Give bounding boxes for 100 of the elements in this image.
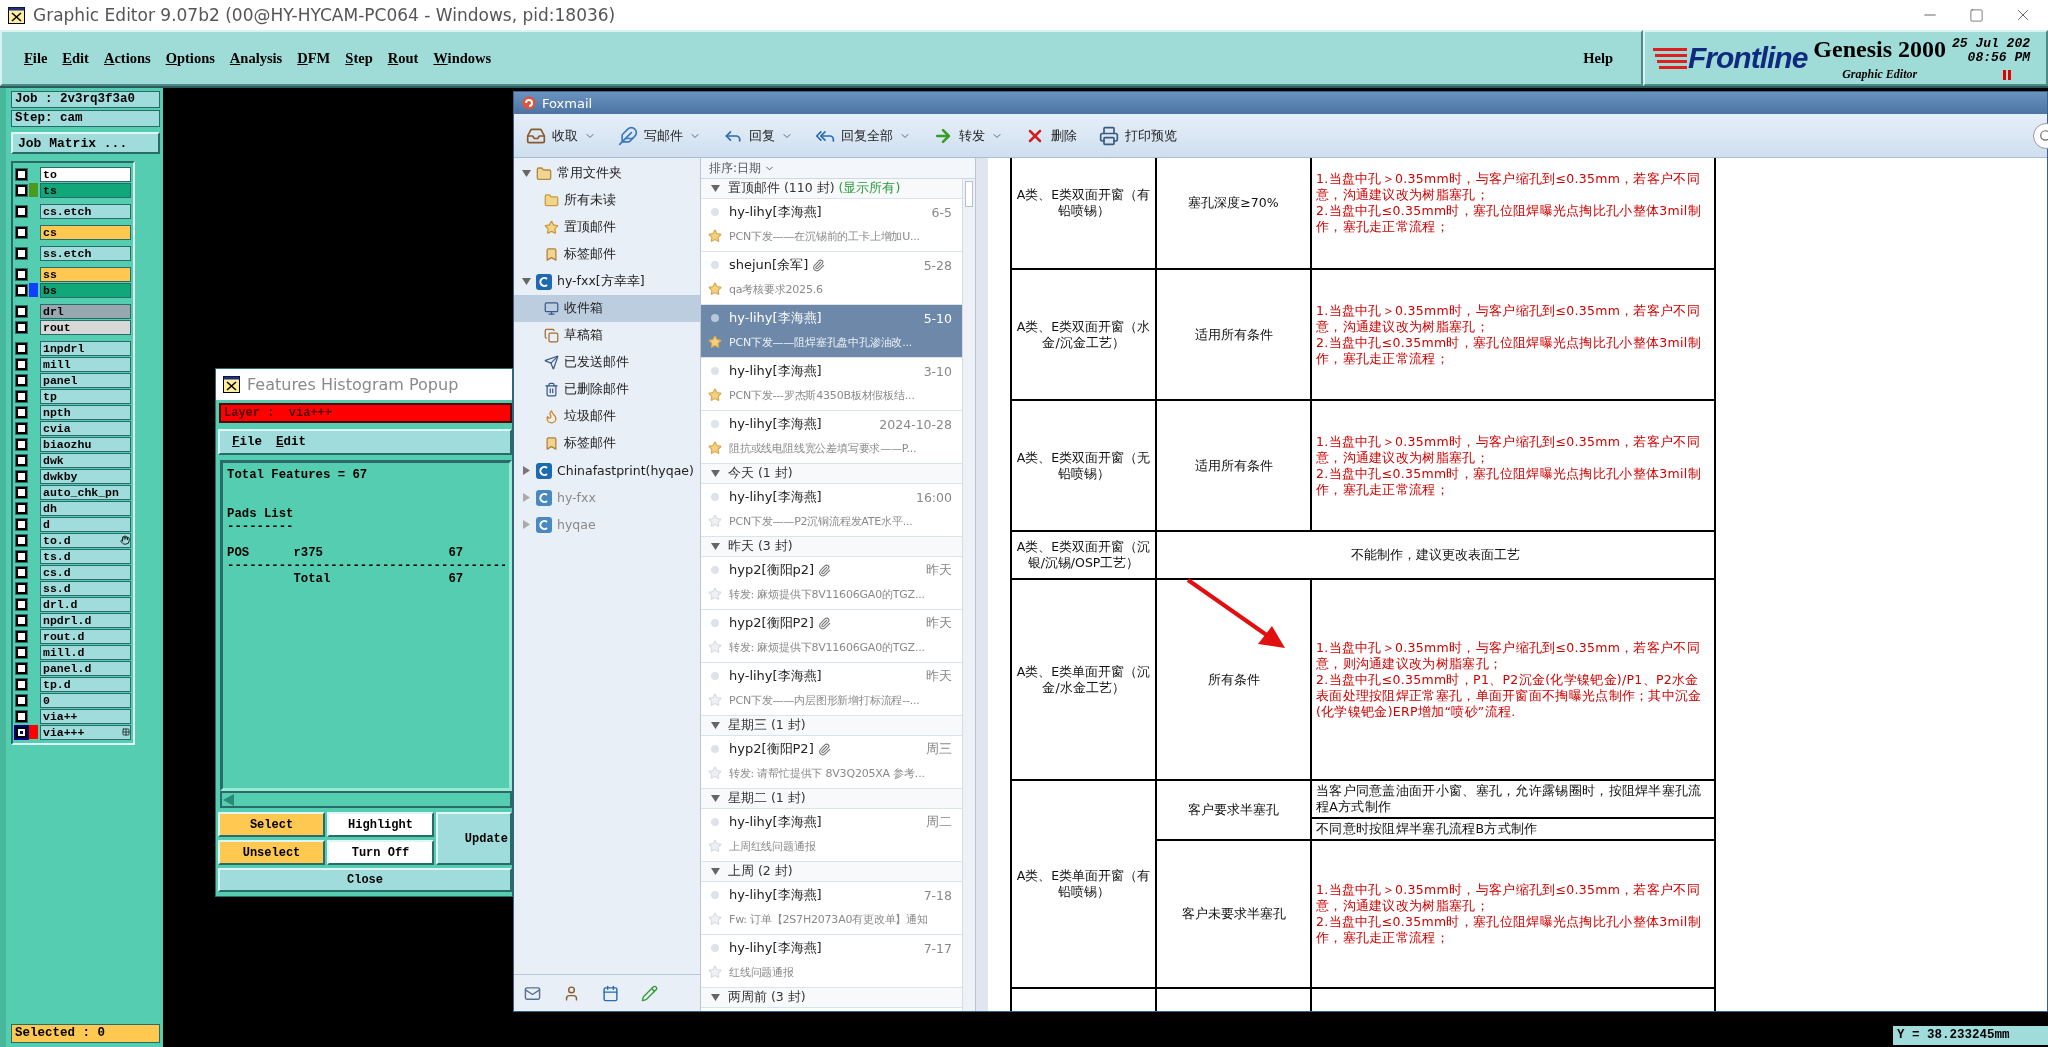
menu-item[interactable]: Edit <box>62 49 89 67</box>
layer-checkbox[interactable] <box>16 358 27 370</box>
star-icon[interactable] <box>708 965 722 979</box>
folder-item[interactable]: 已删除邮件 <box>514 376 700 403</box>
layer-checkbox[interactable] <box>16 678 27 690</box>
mail-item[interactable]: hy-lihy[李海燕] 5-10 PCN下发——阻焊塞孔盘中孔渗油改... <box>701 305 962 358</box>
layer-item[interactable]: to <box>40 166 131 182</box>
layer-item[interactable]: bs <box>40 282 131 298</box>
calendar-icon[interactable] <box>602 984 619 1002</box>
layer-item[interactable]: biaozhu <box>40 436 131 452</box>
menu-item[interactable]: Analysis <box>229 49 283 67</box>
layer-item[interactable]: npdrl.d <box>40 612 131 628</box>
layer-item[interactable]: dwk <box>40 452 131 468</box>
toolbar-button[interactable]: 回复全部 <box>815 125 911 146</box>
star-icon[interactable] <box>708 640 722 654</box>
layer-item[interactable]: mill.d <box>40 644 131 660</box>
layer-item[interactable]: via++ <box>40 708 131 724</box>
layer-checkbox[interactable] <box>16 694 27 706</box>
layer-checkbox[interactable] <box>16 550 27 562</box>
popup-button[interactable]: Select <box>218 812 325 837</box>
folder-item[interactable]: 置顶邮件 <box>514 214 700 241</box>
menu-item[interactable]: File <box>232 435 263 449</box>
close-button[interactable]: Close <box>218 868 512 892</box>
menu-item[interactable]: Step <box>345 49 373 67</box>
layer-item[interactable]: dh <box>40 500 131 516</box>
folder-item[interactable]: 标签邮件 <box>514 430 700 457</box>
layer-checkbox[interactable] <box>16 454 27 466</box>
layer-checkbox[interactable] <box>16 614 27 626</box>
layer-item[interactable]: panel.d <box>40 660 131 676</box>
layer-item[interactable]: ts <box>40 182 131 198</box>
folder-item[interactable]: 标签邮件 <box>514 241 700 268</box>
layer-checkbox[interactable] <box>16 534 27 546</box>
layer-item[interactable]: d <box>40 516 131 532</box>
collapse-icon[interactable] <box>711 993 720 1002</box>
popup-button[interactable]: Unselect <box>218 840 325 865</box>
popup-button[interactable]: Turn Off <box>327 840 434 865</box>
layer-item[interactable]: npth <box>40 404 131 420</box>
layer-checkbox[interactable] <box>16 284 27 296</box>
layer-checkbox[interactable] <box>16 374 27 386</box>
layer-checkbox[interactable] <box>16 582 27 594</box>
layer-checkbox[interactable] <box>16 184 27 196</box>
layer-item[interactable]: 1npdrl <box>40 340 131 356</box>
layer-checkbox[interactable] <box>16 726 27 738</box>
mail-group-header[interactable]: 置顶邮件 (110 封) (显示所有) <box>701 179 962 199</box>
layer-item[interactable]: to.d <box>40 532 131 548</box>
layer-item[interactable]: auto_chk_pn <box>40 484 131 500</box>
star-icon[interactable] <box>708 912 722 926</box>
layer-item[interactable]: ss.d <box>40 580 131 596</box>
layer-checkbox[interactable] <box>16 168 27 180</box>
star-icon[interactable] <box>708 587 722 601</box>
layer-checkbox[interactable] <box>16 247 27 259</box>
collapse-icon[interactable] <box>711 542 720 551</box>
layer-item[interactable]: cs <box>40 224 131 240</box>
toolbar-button[interactable]: 写邮件 <box>618 125 701 146</box>
layer-checkbox[interactable] <box>16 710 27 722</box>
layer-checkbox[interactable] <box>16 646 27 658</box>
folder-item[interactable]: 已发送邮件 <box>514 349 700 376</box>
help-menu[interactable]: Help <box>1583 49 1613 67</box>
layer-item[interactable]: mill <box>40 356 131 372</box>
star-icon[interactable] <box>708 441 722 455</box>
star-icon[interactable] <box>708 229 722 243</box>
layer-item[interactable]: ss <box>40 266 131 282</box>
layer-checkbox[interactable] <box>16 226 27 238</box>
toolbar-button[interactable]: 转发 <box>933 125 1003 146</box>
layer-checkbox[interactable] <box>16 422 27 434</box>
star-icon[interactable] <box>708 388 722 402</box>
layer-checkbox[interactable] <box>16 502 27 514</box>
mail-icon[interactable] <box>524 984 541 1002</box>
layer-checkbox[interactable] <box>16 486 27 498</box>
tree-item[interactable]: 常用文件夹 <box>514 160 700 187</box>
popup-button[interactable]: Highlight <box>327 812 434 837</box>
layer-checkbox[interactable] <box>16 518 27 530</box>
pencil-icon[interactable] <box>641 984 658 1002</box>
layer-item[interactable]: ss.etch <box>40 245 131 261</box>
expand-icon[interactable] <box>522 466 531 475</box>
layer-item[interactable]: cs.etch <box>40 203 131 219</box>
scroll-thumb[interactable] <box>965 181 973 207</box>
menu-item[interactable]: Rout <box>387 49 419 67</box>
layer-checkbox[interactable] <box>16 390 27 402</box>
folder-item[interactable]: 收件箱 <box>514 295 700 322</box>
mail-group-header[interactable]: 两周前 (3 封) <box>701 988 962 1008</box>
folder-item[interactable]: 所有未读 <box>514 187 700 214</box>
layer-item[interactable]: rout.d <box>40 628 131 644</box>
star-icon[interactable] <box>708 282 722 296</box>
layer-checkbox[interactable] <box>16 205 27 217</box>
collapse-icon[interactable] <box>711 721 720 730</box>
layer-item[interactable]: tp.d <box>40 676 131 692</box>
layer-item[interactable]: cvia <box>40 420 131 436</box>
folder-item[interactable]: 垃圾邮件 <box>514 403 700 430</box>
folder-item[interactable]: 草稿箱 <box>514 322 700 349</box>
layer-item[interactable]: 0 <box>40 692 131 708</box>
toolbar-button[interactable]: 打印预览 <box>1099 125 1177 146</box>
layer-checkbox[interactable] <box>16 566 27 578</box>
layer-checkbox[interactable] <box>16 342 27 354</box>
show-all-link[interactable]: (显示所有) <box>838 180 901 197</box>
layer-item[interactable]: drl.d <box>40 596 131 612</box>
layer-checkbox[interactable] <box>16 598 27 610</box>
star-icon[interactable] <box>708 335 722 349</box>
mail-group-header[interactable]: 昨天 (3 封) <box>701 537 962 557</box>
update-button[interactable]: Update <box>436 812 512 865</box>
